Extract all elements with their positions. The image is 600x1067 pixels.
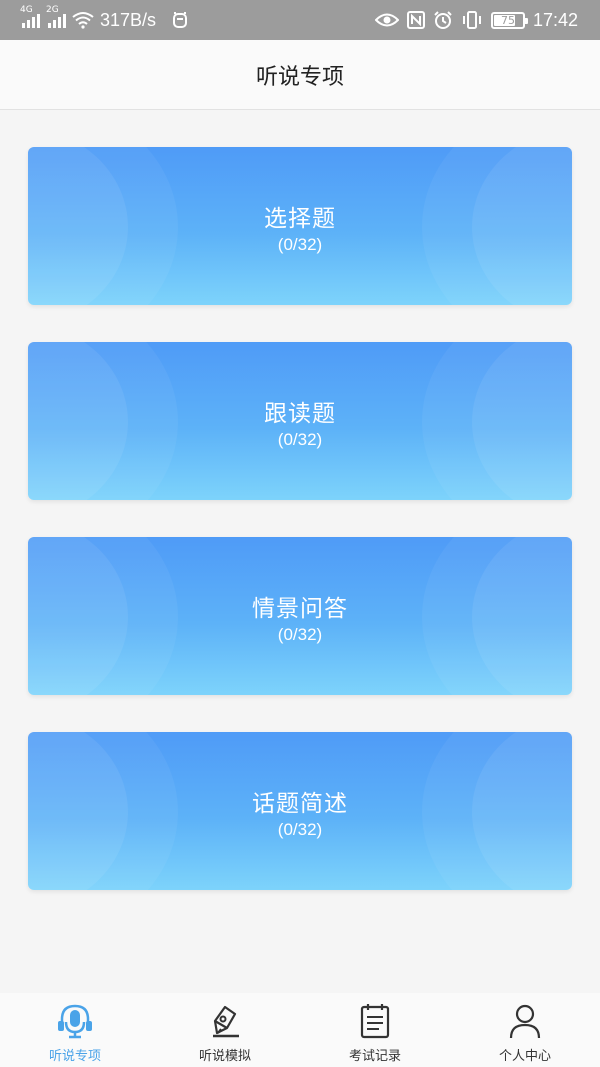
notification-app-icon <box>173 12 188 28</box>
status-bar: 4G 2G 317B/s 75 17:42 <box>0 0 600 40</box>
card-title: 话题简述 <box>252 791 348 817</box>
card-title: 情景问答 <box>252 596 348 622</box>
clipboard-list-icon <box>360 1004 390 1039</box>
tab-label: 考试记录 <box>348 1049 401 1064</box>
tab-listening-speaking[interactable]: 听说专项 <box>0 993 150 1067</box>
practice-category-list: 选择题 (0/32) 跟读题 (0/32) 情景问答 (0/32) 话题简述 (… <box>28 147 572 927</box>
card-progress-count: (0/32) <box>277 625 323 644</box>
clock: 17:42 <box>532 9 578 30</box>
tab-profile[interactable]: 个人中心 <box>450 993 600 1067</box>
tab-label: 个人中心 <box>498 1049 551 1064</box>
battery-icon: 75 <box>490 11 528 29</box>
pen-icon <box>213 1005 239 1038</box>
card-topic-summary[interactable]: 话题简述 (0/32) <box>28 732 572 890</box>
card-progress-count: (0/32) <box>277 820 323 839</box>
page-title: 听说专项 <box>255 64 344 90</box>
network-speed: 317B/s <box>100 9 157 30</box>
microphone-headset-icon <box>58 1004 92 1039</box>
person-icon <box>509 1004 541 1039</box>
card-read-along[interactable]: 跟读题 (0/32) <box>28 342 572 500</box>
cellular-signal-icon-2: 2G <box>46 5 66 28</box>
app-header: 听说专项 <box>0 40 600 110</box>
tab-label: 听说模拟 <box>198 1049 251 1064</box>
battery-level: 75 <box>500 13 515 27</box>
tab-mock-exam[interactable]: 听说模拟 <box>150 993 300 1067</box>
network-type-label: 4G <box>20 5 33 15</box>
card-title: 选择题 <box>264 206 336 232</box>
alarm-icon <box>434 11 452 29</box>
cellular-signal-icon: 4G <box>20 5 40 28</box>
nfc-icon <box>406 11 425 29</box>
status-bar-right: 75 17:42 <box>374 0 578 40</box>
bottom-tab-bar: 听说专项 听说模拟 考试记录 个人中心 <box>0 993 600 1067</box>
vibrate-icon <box>462 11 481 29</box>
card-progress-count: (0/32) <box>277 235 323 254</box>
tab-exam-records[interactable]: 考试记录 <box>300 993 450 1067</box>
wifi-icon <box>72 12 94 29</box>
network-type-label-2: 2G <box>46 5 59 15</box>
status-bar-left: 4G 2G 317B/s <box>20 0 190 40</box>
tab-label: 听说专项 <box>48 1049 101 1064</box>
card-situational-qa[interactable]: 情景问答 (0/32) <box>28 537 572 695</box>
card-progress-count: (0/32) <box>277 430 323 449</box>
eye-comfort-icon <box>374 13 399 27</box>
card-multiple-choice[interactable]: 选择题 (0/32) <box>28 147 572 305</box>
card-title: 跟读题 <box>264 401 336 427</box>
